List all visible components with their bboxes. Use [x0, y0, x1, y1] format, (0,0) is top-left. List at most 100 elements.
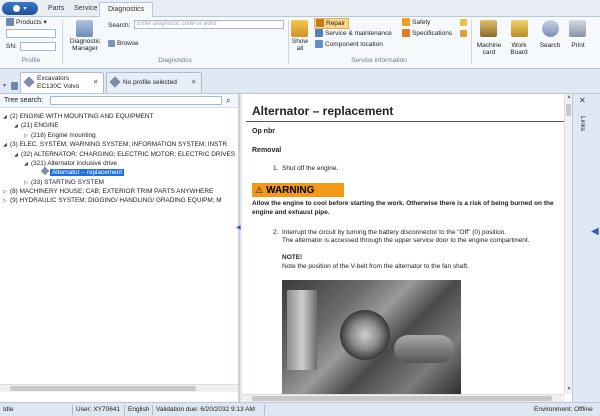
print-button[interactable]: Print: [564, 42, 592, 49]
note-icon[interactable]: [460, 19, 467, 26]
title-rule: [246, 121, 564, 122]
products-label: Products: [16, 19, 42, 26]
warning-banner: ⚠ WARNING: [252, 183, 344, 197]
tree-item-label: (218) Engine mounting: [31, 132, 96, 139]
tab-excavators[interactable]: Excavators EC130C Volvo ✕: [20, 72, 104, 93]
document-vertical-scrollbar[interactable]: ▲ ▼: [564, 94, 572, 394]
tab-list-icon[interactable]: [11, 82, 18, 90]
document-content: Alternator – replacement Op nbr Removal …: [246, 94, 564, 394]
wrench-icon: [109, 76, 121, 88]
diagnostic-manager-button[interactable]: Diagnostic Manager: [64, 38, 106, 52]
scroll-thumb[interactable]: [252, 396, 552, 401]
warning-icon: ⚠: [255, 184, 264, 195]
engine-photo: [282, 280, 461, 394]
panel-shape: [287, 290, 317, 370]
tab-title: No profile selected: [123, 79, 177, 86]
divider: [471, 20, 472, 64]
alternator-shape: [340, 310, 390, 360]
status-bar: Idle User: XY70641 English Validation du…: [0, 402, 600, 416]
ribbon: Products ▾ SN: Profile Diagnostic Manage…: [0, 17, 600, 69]
app-menu-button[interactable]: ▾: [2, 2, 38, 15]
expand-panel-icon[interactable]: ◀: [591, 226, 599, 237]
expand-icon[interactable]: ◢: [14, 122, 21, 131]
tab-no-profile[interactable]: No profile selected ✕: [106, 72, 202, 93]
expand-icon[interactable]: ▷: [3, 197, 10, 206]
service-maintenance-label: Service & maintenance: [325, 30, 392, 37]
app-logo-icon: [13, 5, 21, 12]
component-location-label: Component location: [325, 41, 383, 48]
machine-card-button[interactable]: Machine card: [474, 42, 504, 56]
tree-search-bar: Tree search: ⌕: [0, 94, 238, 108]
work-board-button[interactable]: Work Board: [506, 42, 532, 56]
status-validation: Validation due: 6/20/2032 9:13 AM: [156, 406, 255, 413]
search-icon[interactable]: [542, 20, 559, 37]
safety-button[interactable]: Safety: [402, 18, 430, 27]
service-maintenance-button[interactable]: Service & maintenance: [315, 29, 392, 38]
op-nbr: Op nbr: [252, 128, 275, 135]
component-location-button[interactable]: Component location: [315, 40, 383, 49]
sn-input[interactable]: [20, 42, 56, 51]
section-heading: Removal: [252, 147, 282, 154]
service-information-group-label: Service information: [351, 57, 407, 64]
search-button[interactable]: Search: [536, 42, 564, 49]
product-input[interactable]: [6, 29, 56, 38]
profile-group-label: Profile: [21, 57, 41, 64]
tree-horizontal-scrollbar[interactable]: [0, 384, 238, 392]
close-icon[interactable]: ✕: [93, 78, 98, 86]
show-all-icon[interactable]: [291, 20, 308, 37]
tree-item-label: (33) STARTING SYSTEM: [31, 179, 104, 186]
show-all-button[interactable]: Show all: [288, 38, 312, 52]
links-tab[interactable]: Links: [579, 116, 586, 131]
tree-item[interactable]: ▷ (9) HYDRAULIC SYSTEM; DIGGING/ HANDLING…: [3, 196, 239, 206]
tree-item[interactable]: ◢ (3) ELEC. SYSTEM; WARNING SYSTEM; INFOR…: [3, 140, 239, 150]
work-board-icon[interactable]: [511, 20, 528, 37]
tree-item-label: (32) ALTERNATOR; CHARGING; ELECTRIC MOTO…: [21, 151, 235, 158]
specifications-button[interactable]: Specifications: [402, 29, 452, 38]
wrench-icon: [40, 166, 50, 176]
divider: [152, 405, 153, 415]
diagnostics-group-label: Diagnostics: [158, 57, 192, 64]
print-icon[interactable]: [569, 20, 586, 37]
close-icon[interactable]: ✕: [579, 96, 593, 106]
expand-icon[interactable]: ◢: [3, 113, 10, 122]
binoculars-icon[interactable]: ⌕: [226, 96, 230, 106]
chevron-down-icon: ▾: [43, 19, 47, 26]
expand-icon[interactable]: ◢: [14, 151, 21, 160]
document-horizontal-scrollbar[interactable]: [242, 394, 564, 402]
browse-button[interactable]: Browse: [108, 39, 139, 48]
expand-icon[interactable]: ◢: [24, 160, 31, 169]
search-placeholder: Enter diagnostic code or word: [137, 21, 217, 27]
tree-pane: Tree search: ⌕ ◢ (2) ENGINE WITH MOUNTING…: [0, 94, 241, 402]
menu-bar: ▾ Parts Service Diagnostics: [0, 0, 600, 17]
diagnostic-manager-icon[interactable]: [76, 20, 93, 37]
document-tab-strip: ▾ Excavators EC130C Volvo ✕ No profile s…: [0, 69, 600, 94]
machine-card-icon[interactable]: [480, 20, 497, 37]
search-label: Search:: [108, 22, 131, 29]
wrench-icon: [23, 76, 35, 88]
tree-item-label: (8) MACHINERY HOUSE; CAB; EXTERIOR TRIM …: [10, 188, 214, 195]
scroll-thumb[interactable]: [10, 386, 196, 391]
close-icon[interactable]: ✕: [191, 78, 196, 86]
expand-icon[interactable]: ◢: [3, 141, 10, 150]
tab-diagnostics[interactable]: Diagnostics: [99, 2, 154, 17]
status-state: Idle: [3, 406, 14, 413]
service-icon: [315, 29, 323, 38]
document-icon[interactable]: [460, 30, 467, 37]
document-pane: Alternator – replacement Op nbr Removal …: [242, 94, 572, 402]
tree-item-label: (9) HYDRAULIC SYSTEM; DIGGING/ HANDLING/…: [10, 197, 222, 204]
wrench-icon: [316, 19, 324, 28]
repair-label: Repair: [326, 20, 346, 27]
diagnostic-search-input[interactable]: Enter diagnostic code or word: [134, 20, 284, 29]
specifications-icon: [402, 29, 410, 38]
tab-scroll-icon[interactable]: ▾: [3, 82, 9, 91]
tree-item[interactable]: ◢ (21) ENGINE: [14, 121, 59, 131]
repair-button[interactable]: Repair: [314, 18, 350, 29]
component-icon: [315, 40, 323, 49]
specifications-label: Specifications: [412, 30, 453, 37]
tree-search-input[interactable]: [50, 96, 222, 105]
products-dropdown[interactable]: Products ▾: [6, 18, 47, 27]
scroll-thumb[interactable]: [566, 104, 571, 116]
tree-item-selected[interactable]: Alternator – replacement: [40, 166, 124, 177]
document-title: Alternator – replacement: [252, 104, 394, 118]
divider: [264, 405, 265, 415]
